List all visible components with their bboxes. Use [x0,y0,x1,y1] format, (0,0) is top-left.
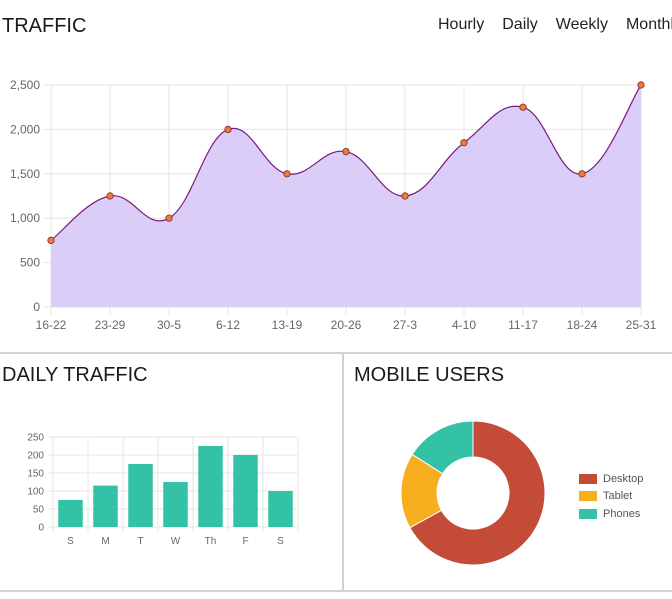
x-tick-label: 27-3 [393,318,417,332]
y-tick-label: 500 [20,256,40,270]
x-tick-label: 30-5 [157,318,181,332]
traffic-point [519,103,527,111]
x-tick-label: 13-19 [272,318,303,332]
desktop-swatch [579,473,597,484]
bar-y-tick-label: 100 [27,487,44,498]
traffic-point [283,170,291,178]
y-tick-label: 1,000 [10,211,40,225]
daily-bar [163,482,188,527]
bar-x-tick-label: Th [205,536,217,547]
x-tick-label: 23-29 [95,318,126,332]
bar-y-tick-label: 50 [33,505,45,516]
traffic-point [401,192,409,200]
x-tick-label: 16-22 [36,318,67,332]
bar-x-tick-label: S [67,536,74,547]
traffic-point [637,81,645,89]
traffic-point [460,139,468,147]
legend-item-phones: Phones [579,505,643,523]
x-tick-label: 4-10 [452,318,476,332]
y-tick-label: 2,000 [10,122,40,136]
x-tick-label: 11-17 [508,318,538,332]
y-tick-label: 2,500 [10,78,40,92]
x-tick-label: 18-24 [567,318,598,332]
legend-item-desktop: Desktop [579,470,643,488]
mobile-donut-chart [400,420,546,566]
y-tick-label: 0 [33,300,40,314]
legend-item-tablet: Tablet [579,488,643,506]
bar-y-tick-label: 200 [27,451,44,462]
daily-bar [268,491,293,527]
bar-x-tick-label: F [242,536,248,547]
traffic-point [165,214,173,222]
bar-y-tick-label: 250 [27,433,44,444]
x-tick-label: 20-26 [331,318,362,332]
daily-bar [233,455,258,527]
y-tick-label: 1,500 [10,167,40,181]
bar-x-tick-label: M [101,536,109,547]
daily-bar [58,500,83,527]
phones-swatch [579,508,597,519]
section-divider-vertical [342,354,344,592]
daily-bar [93,485,118,527]
daily-bar [128,464,153,527]
x-tick-label: 6-12 [216,318,240,332]
bar-x-tick-label: S [277,536,284,547]
section-divider-top [0,352,672,354]
bar-y-tick-label: 150 [27,469,44,480]
section-divider-bottom [0,590,672,592]
x-tick-label: 25-31 [626,318,657,332]
mobile-users-title: MOBILE USERS [354,364,505,386]
legend-label-desktop: Desktop [603,472,644,485]
mobile-legend: Desktop Tablet Phones [579,470,643,523]
traffic-point [106,192,114,200]
bar-x-tick-label: T [137,536,143,547]
bar-y-tick-label: 0 [38,523,44,534]
traffic-point [47,236,55,244]
bar-x-tick-label: W [171,536,181,547]
legend-label-phones: Phones [603,507,641,520]
tablet-swatch [579,491,597,502]
traffic-point [578,170,586,178]
legend-label-tablet: Tablet [603,490,633,503]
traffic-point [224,125,232,133]
daily-bar [198,446,223,527]
daily-bar-chart: 0 50 100 150 200 250 S M T W Th F S [27,433,299,547]
traffic-point [342,148,350,156]
traffic-line-chart: 0 500 1,000 1,500 2,000 2,500 16-22 23-29 30-5 6-… [10,78,657,332]
daily-traffic-title: DAILY TRAFFIC [2,364,148,386]
